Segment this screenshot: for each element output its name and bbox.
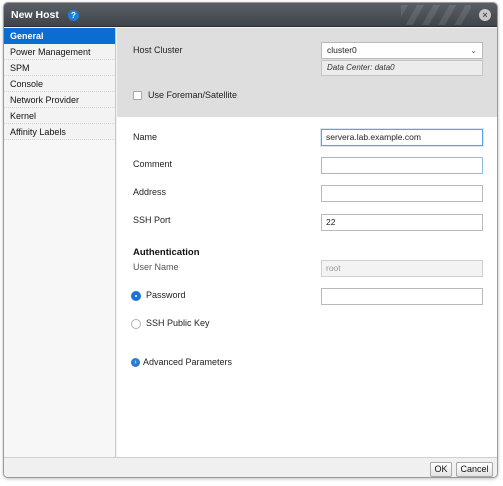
dialog-title: New Host: [11, 9, 59, 21]
ssh-public-key-radio[interactable]: [131, 319, 141, 329]
close-icon[interactable]: ×: [479, 9, 491, 21]
password-input[interactable]: [321, 288, 483, 305]
new-host-dialog: New Host ? × General Power Management SP…: [3, 2, 498, 478]
address-input[interactable]: [321, 185, 483, 202]
general-tab-content: Host Cluster cluster0 ⌄ Data Center: dat…: [117, 28, 497, 457]
advanced-parameters-toggle[interactable]: Advanced Parameters: [143, 357, 232, 367]
data-center-info: Data Center: data0: [321, 60, 483, 76]
sidebar-item-power-management[interactable]: Power Management: [4, 44, 115, 60]
sidebar: General Power Management SPM Console Net…: [4, 28, 116, 457]
ssh-port-label: SSH Port: [133, 215, 171, 225]
user-name-input: root: [321, 260, 483, 277]
host-cluster-select[interactable]: cluster0 ⌄: [321, 42, 483, 59]
sidebar-item-affinity-labels[interactable]: Affinity Labels: [4, 124, 115, 140]
host-cluster-label: Host Cluster: [133, 45, 183, 55]
ssh-port-input[interactable]: 22: [321, 214, 483, 231]
titlebar-decoration: [401, 5, 471, 25]
use-foreman-checkbox[interactable]: [133, 91, 142, 100]
dialog-titlebar: New Host ? ×: [4, 3, 497, 27]
address-label: Address: [133, 187, 167, 197]
ssh-public-key-label: SSH Public Key: [146, 318, 210, 328]
name-input[interactable]: servera.lab.example.com: [321, 129, 483, 146]
password-radio[interactable]: [131, 291, 141, 301]
sidebar-item-spm[interactable]: SPM: [4, 60, 115, 76]
sidebar-item-network-provider[interactable]: Network Provider: [4, 92, 115, 108]
user-name-label: User Name: [133, 262, 179, 272]
chevron-down-icon: ⌄: [470, 46, 477, 55]
comment-input[interactable]: [321, 157, 483, 174]
name-label: Name: [133, 132, 158, 142]
sidebar-item-console[interactable]: Console: [4, 76, 115, 92]
comment-label: Comment: [133, 159, 173, 169]
authentication-title: Authentication: [133, 247, 200, 258]
host-cluster-value: cluster0: [327, 45, 357, 55]
password-label: Password: [146, 290, 186, 300]
sidebar-item-general[interactable]: General: [4, 28, 115, 44]
sidebar-item-kernel[interactable]: Kernel: [4, 108, 115, 124]
expand-arrow-icon[interactable]: ›: [131, 358, 140, 367]
cancel-button[interactable]: Cancel: [456, 462, 493, 477]
question-circle-icon[interactable]: ?: [68, 10, 79, 21]
dialog-footer: OK Cancel: [4, 457, 497, 477]
ok-button[interactable]: OK: [430, 462, 452, 477]
use-foreman-label: Use Foreman/Satellite: [148, 90, 238, 100]
